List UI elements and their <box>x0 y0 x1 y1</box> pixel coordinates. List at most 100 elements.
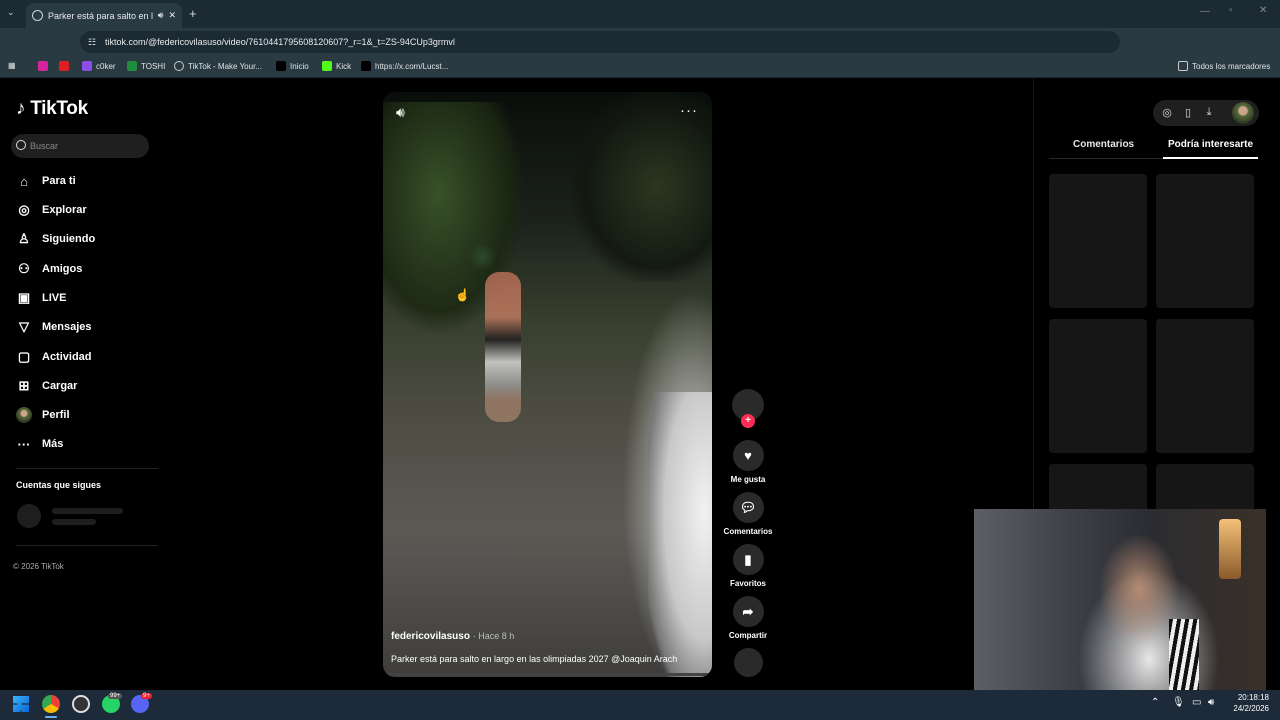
globe-icon <box>32 10 43 21</box>
cursor-icon: ☝ <box>455 288 470 302</box>
heart-icon: ♥ <box>732 440 764 471</box>
video-frame-person <box>485 272 521 422</box>
more-icon: ··· <box>17 436 31 452</box>
instagram-bookmark[interactable] <box>38 61 48 71</box>
sound-avatar <box>733 648 763 677</box>
following-accounts-title: Cuentas que sigues <box>16 480 102 490</box>
sidebar-item-perfil[interactable]: Perfil <box>16 405 70 425</box>
network-icon[interactable]: ▭ <box>1192 697 1201 708</box>
suggested-video-tile[interactable] <box>1156 174 1254 308</box>
tab-comentarios[interactable]: Comentarios <box>1073 139 1134 150</box>
activity-icon: ▢ <box>17 349 31 364</box>
sidebar-item-siguiendo[interactable]: ♙ Siguiendo <box>16 229 95 249</box>
volume-tray-icon[interactable]: 🔊︎ <box>1208 697 1214 708</box>
video-time: · Hace 8 h <box>472 631 515 641</box>
folder-icon <box>1178 61 1188 71</box>
search-input[interactable]: Buscar <box>11 134 149 158</box>
home-icon: ⌂ <box>20 173 28 189</box>
sidebar-divider <box>16 545 158 546</box>
bookmark-inicio[interactable]: Inicio <box>276 61 309 71</box>
youtube-icon <box>59 61 69 71</box>
avatar-icon <box>16 407 32 423</box>
microphone-icon[interactable]: 🎙︎ <box>1172 697 1185 708</box>
instagram-icon <box>38 61 48 71</box>
copyright: © 2026 TikTok <box>13 562 64 571</box>
bookmark-c0ker[interactable]: c0ker <box>82 61 116 71</box>
bookmark-x[interactable]: https://x.com/Lucst... <box>361 61 448 71</box>
share-button[interactable]: ➦ Compartir <box>723 596 773 640</box>
video-progress-bar[interactable] <box>383 673 712 676</box>
sidebar-item-para-ti[interactable]: ⌂ Para ti <box>16 171 76 191</box>
new-tab-button[interactable]: + <box>189 6 197 21</box>
sound-avatar-button[interactable] <box>723 648 773 681</box>
suggested-video-tile[interactable] <box>1049 174 1147 308</box>
more-options-icon[interactable]: ··· <box>680 102 698 119</box>
volume-icon[interactable]: 🔊︎ <box>396 104 405 121</box>
sidebar-item-cargar[interactable]: ⊞ Cargar <box>16 376 78 396</box>
favorites-button[interactable]: ▮ Favoritos <box>723 544 773 588</box>
tab-list-icon[interactable]: ⌄ <box>7 7 15 18</box>
account-placeholder-line <box>52 508 123 514</box>
tray-chevron-icon[interactable]: ⌃ <box>1151 697 1159 708</box>
address-bar[interactable]: ☷ tiktok.com/@federicovilasuso/video/761… <box>80 31 1120 53</box>
suggested-video-tile[interactable] <box>1156 464 1254 509</box>
sidebar-divider <box>16 468 158 469</box>
webcam-shirt-stripes <box>1169 619 1199 696</box>
video-frame-car <box>648 392 712 677</box>
video-caption: Parker está para salto en largo en las o… <box>391 654 678 664</box>
obs-icon[interactable] <box>72 695 90 713</box>
sidebar-item-mas[interactable]: ··· Más <box>16 434 64 454</box>
author-avatar-button[interactable]: + <box>723 389 773 428</box>
sidebar-item-actividad[interactable]: ▢ Actividad <box>16 347 92 367</box>
twitch-icon <box>82 61 92 71</box>
system-clock[interactable]: 20:18:18 24/2/2026 <box>1225 692 1269 714</box>
comment-icon: 💬︎ <box>732 492 764 523</box>
suggested-video-tile[interactable] <box>1049 464 1147 509</box>
tab-title: Parker está para salto en la <box>48 10 153 21</box>
video-author[interactable]: federicovilasuso · Hace 8 h <box>391 631 514 642</box>
bookmark-toshi[interactable]: TOSHI <box>127 61 165 71</box>
close-window-button[interactable]: ✕ <box>1259 5 1267 16</box>
suggested-video-tile[interactable] <box>1049 319 1147 453</box>
x-icon <box>361 61 371 71</box>
active-tab-indicator <box>1163 157 1258 159</box>
minimize-button[interactable]: — <box>1200 6 1210 17</box>
phone-icon[interactable]: ▯ <box>1182 106 1194 119</box>
url-text: tiktok.com/@federicovilasuso/video/76104… <box>105 37 455 47</box>
sidebar-item-live[interactable]: ▣ LIVE <box>16 288 67 308</box>
search-icon <box>16 140 26 150</box>
video-player[interactable]: 🔊︎ ··· federicovilasuso · Hace 8 h Parke… <box>383 92 712 677</box>
sidebar-item-amigos[interactable]: ⚇ Amigos <box>16 259 82 279</box>
maximize-button[interactable]: ▫ <box>1229 5 1233 16</box>
whatsapp-badge: 99+ <box>108 693 123 699</box>
suggested-video-tile[interactable] <box>1156 319 1254 453</box>
download-icon[interactable]: ⤓ <box>1203 106 1215 119</box>
browser-tab-bar: ⌄ Parker está para salto en la 🔊︎ ✕ + — … <box>0 0 1280 28</box>
user-avatar[interactable] <box>1232 102 1254 124</box>
bookmark-kick[interactable]: Kick <box>322 61 351 71</box>
bookmarks-bar: ▦ c0ker TOSHI TikTok - Make Your... Inic… <box>0 56 1280 78</box>
sidebar-item-explorar[interactable]: ◎ Explorar <box>16 200 86 220</box>
browser-tab[interactable]: Parker está para salto en la 🔊︎ ✕ <box>26 3 182 28</box>
youtube-bookmark[interactable] <box>59 61 69 71</box>
tiktok-logo[interactable]: ♪ TikTok <box>16 98 88 120</box>
sheets-icon <box>127 61 137 71</box>
apps-icon[interactable]: ▦ <box>8 61 16 70</box>
compass-icon[interactable]: ◎ <box>1161 106 1173 119</box>
active-app-indicator <box>45 716 57 718</box>
friends-icon: ⚇ <box>18 261 30 276</box>
globe-icon <box>174 61 184 71</box>
bookmark-tiktok[interactable]: TikTok - Make Your... <box>174 61 262 71</box>
compass-icon: ◎ <box>18 202 30 217</box>
sidebar-item-mensajes[interactable]: ▽ Mensajes <box>16 317 92 337</box>
site-info-icon[interactable]: ☷ <box>88 31 96 53</box>
follow-plus-icon[interactable]: + <box>741 414 755 428</box>
comments-button[interactable]: 💬︎ Comentarios <box>723 492 773 536</box>
chrome-icon[interactable] <box>42 695 60 713</box>
like-button[interactable]: ♥ Me gusta <box>723 440 773 484</box>
tab-podria-interesarte[interactable]: Podría interesarte <box>1168 139 1253 150</box>
all-bookmarks[interactable]: Todos los marcadores <box>1178 61 1270 71</box>
discord-badge: 9+ <box>141 693 152 699</box>
close-tab-icon[interactable]: ✕ <box>168 10 176 21</box>
share-icon: ➦ <box>732 596 764 627</box>
